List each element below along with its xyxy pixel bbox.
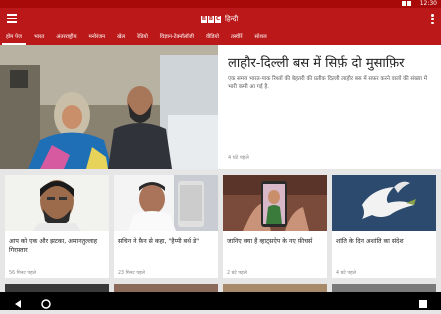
status-bar: 12:30 bbox=[0, 0, 441, 8]
tab-international[interactable]: अंतरराष्ट्रीय bbox=[50, 30, 82, 45]
logo-letter: B bbox=[208, 16, 214, 23]
story-card-preview[interactable] bbox=[332, 284, 436, 292]
hero-story[interactable]: लाहौर-दिल्ली बस में सिर्फ़ दो मुसाफ़िर ए… bbox=[0, 45, 441, 169]
story-title[interactable]: जानिए क्या हैं व्हाट्सऐप के नए फ़ीचर्स bbox=[227, 237, 323, 246]
section-tabs: होम पेज भारत अंतरराष्ट्रीय मनोरंजन खेल र… bbox=[0, 30, 441, 45]
story-timestamp: 2 घंटे पहले bbox=[227, 271, 247, 276]
story-card[interactable]: शांति के दिन अशांति का संदेश 4 घंटे पहले bbox=[332, 175, 436, 278]
system-nav-bar bbox=[0, 292, 441, 310]
story-thumbnail bbox=[223, 175, 327, 231]
app-bar: B B C हिन्दी bbox=[0, 8, 441, 30]
story-thumbnail bbox=[5, 175, 109, 231]
tab-pictures[interactable]: तस्वीरें bbox=[225, 30, 249, 45]
logo-suffix: हिन्दी bbox=[225, 15, 239, 23]
hero-headline[interactable]: लाहौर-दिल्ली बस में सिर्फ़ दो मुसाफ़िर bbox=[228, 55, 434, 72]
hamburger-menu-icon[interactable] bbox=[7, 14, 17, 23]
story-cards: आप को एक और झटका, अमानतुल्लाह गिरफ़्तार … bbox=[5, 175, 437, 278]
next-row-preview bbox=[5, 284, 437, 292]
story-card[interactable]: सचिन ने फ़ैन से कहा, "हैप्पी बर्थ डे" 23… bbox=[114, 175, 218, 278]
tab-entertainment[interactable]: मनोरंजन bbox=[83, 30, 112, 45]
tab-india[interactable]: भारत bbox=[28, 30, 50, 45]
home-icon[interactable] bbox=[40, 295, 52, 309]
story-title[interactable]: आप को एक और झटका, अमानतुल्लाह गिरफ़्तार bbox=[9, 237, 105, 255]
story-card-preview[interactable] bbox=[114, 284, 218, 292]
tab-radio[interactable]: रेडियो bbox=[131, 30, 154, 45]
story-card[interactable]: जानिए क्या हैं व्हाट्सऐप के नए फ़ीचर्स 2… bbox=[223, 175, 327, 278]
tab-social[interactable]: सोशल bbox=[249, 30, 273, 45]
status-time: 12:30 bbox=[419, 0, 437, 7]
recents-icon[interactable] bbox=[417, 295, 429, 308]
story-card-preview[interactable] bbox=[5, 284, 109, 292]
story-timestamp: 56 मिनट पहले bbox=[9, 271, 36, 276]
story-card-preview[interactable] bbox=[223, 284, 327, 292]
story-title[interactable]: शांति के दिन अशांति का संदेश bbox=[336, 237, 432, 246]
bbc-hindi-logo: B B C हिन्दी bbox=[201, 15, 238, 24]
logo-letter: B bbox=[201, 16, 207, 23]
back-icon[interactable] bbox=[12, 295, 24, 308]
tab-sports[interactable]: खेल bbox=[111, 30, 131, 45]
story-card[interactable]: आप को एक और झटका, अमानतुल्लाह गिरफ़्तार … bbox=[5, 175, 109, 278]
signal-battery-icons bbox=[401, 1, 415, 6]
story-thumbnail bbox=[332, 175, 436, 231]
hero-summary: एक समय भारत-पाक रिश्तों की बेहतरी की प्र… bbox=[228, 76, 428, 90]
hero-photo bbox=[0, 45, 218, 169]
story-timestamp: 23 मिनट पहले bbox=[118, 271, 145, 276]
hero-timestamp: 4 घंटे पहले bbox=[228, 155, 249, 161]
tab-science-tech[interactable]: विज्ञान-टेक्नॉलॉजी bbox=[154, 30, 200, 45]
story-title[interactable]: सचिन ने फ़ैन से कहा, "हैप्पी बर्थ डे" bbox=[118, 237, 214, 246]
story-timestamp: 4 घंटे पहले bbox=[336, 271, 356, 276]
overflow-menu-icon[interactable] bbox=[431, 14, 434, 25]
tab-home[interactable]: होम पेज bbox=[0, 30, 28, 45]
story-thumbnail bbox=[114, 175, 218, 231]
logo-letter: C bbox=[215, 16, 221, 23]
tab-video[interactable]: वीडियो bbox=[200, 30, 225, 45]
